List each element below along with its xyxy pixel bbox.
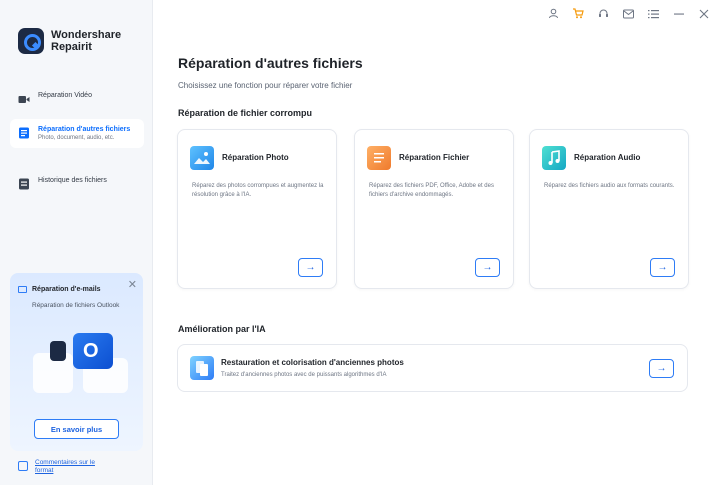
feedback-link[interactable]: Commentaires sur le format [18,459,115,475]
photo-restoration-arrow-button[interactable]: → [649,359,674,378]
brand-line1: Wondershare [51,29,122,41]
mail-icon [18,286,27,293]
menu-icon[interactable] [647,7,660,20]
card-photo-repair[interactable]: Réparation Photo Réparez des photos corr… [177,129,337,289]
file-repair-arrow-button[interactable]: → [475,258,500,277]
card-description: Réparez des photos corrompues et augment… [192,183,324,198]
photo-icon [190,146,214,170]
audio-repair-arrow-button[interactable]: → [650,258,675,277]
sidebar-item-label: Réparation d'autres fichiers [38,126,131,133]
main-content: Réparation d'autres fichiers Choisissez … [153,28,720,485]
repairit-logo-icon [18,28,44,54]
sidebar: Wondershare Repairit Réparation Vidéo Ré… [0,0,153,485]
feedback-label: Commentaires sur le format [35,459,95,474]
card-old-photo-restoration[interactable]: Restauration et colorisation d'anciennes… [177,344,688,392]
video-icon [18,92,30,103]
card-title: Réparation Audio [574,153,641,162]
mail-icon[interactable] [622,7,635,20]
sidebar-item-label: Historique des fichiers [38,177,107,184]
repairit-mini-icon [50,341,66,361]
card-title: Réparation Photo [222,153,289,162]
cart-icon[interactable] [571,7,584,20]
learn-more-button[interactable]: En savoir plus [34,419,119,439]
card-description: Réparez des fichiers PDF, Office, Adobe … [369,183,494,198]
history-icon [18,177,30,190]
section-title-ai-enhancement: Amélioration par l'IA [178,324,266,334]
user-icon[interactable] [547,7,560,20]
sidebar-item-file-history[interactable]: Historique des fichiers [10,170,144,194]
sidebar-item-text: Réparation d'autres fichiers Photo, docu… [38,125,130,142]
photo-repair-arrow-button[interactable]: → [298,258,323,277]
page-subtitle: Choisissez une fonction pour réparer vot… [178,81,353,90]
outlook-illustration: O [28,323,128,393]
card-title: Réparation Fichier [399,153,470,162]
section-title-corrupt-repair: Réparation de fichier corrompu [178,108,313,118]
promo-close-icon[interactable]: ✕ [128,278,137,291]
card-file-repair[interactable]: Réparation Fichier Réparez des fichiers … [354,129,514,289]
sidebar-item-other-files[interactable]: Réparation d'autres fichiers Photo, docu… [10,119,144,148]
card-description: Réparez des fichiers audio aux formats c… [544,183,675,189]
brand-line2: Repairit [51,41,92,53]
minimize-icon[interactable] [672,7,685,20]
page-title: Réparation d'autres fichiers [178,55,363,71]
brand: Wondershare Repairit [18,28,121,54]
promo-description: Réparation de fichiers Outlook [32,302,120,309]
card-description: Traitez d'anciennes photos avec de puiss… [221,372,387,378]
card-title: Restauration et colorisation d'anciennes… [221,358,404,367]
music-note-icon [542,146,566,170]
sidebar-item-label: Réparation Vidéo [38,92,92,99]
edit-icon [18,461,28,471]
headset-icon[interactable] [597,7,610,20]
sidebar-item-sublabel: Photo, document, audio, etc. [38,135,115,141]
title-bar [153,0,720,28]
brand-name: Wondershare Repairit [51,29,121,53]
sidebar-item-video-repair[interactable]: Réparation Vidéo [10,85,144,109]
app-window: Wondershare Repairit Réparation Vidéo Ré… [0,0,720,485]
document-icon [18,126,30,139]
outlook-icon: O [73,333,113,369]
email-repair-promo: Réparation d'e-mails ✕ Réparation de fic… [10,273,143,451]
photo-restore-icon [190,356,214,380]
outlook-letter: O [83,340,99,362]
promo-title: Réparation d'e-mails [32,286,101,293]
file-icon [367,146,391,170]
close-icon[interactable] [697,7,710,20]
card-audio-repair[interactable]: Réparation Audio Réparez des fichiers au… [529,129,689,289]
